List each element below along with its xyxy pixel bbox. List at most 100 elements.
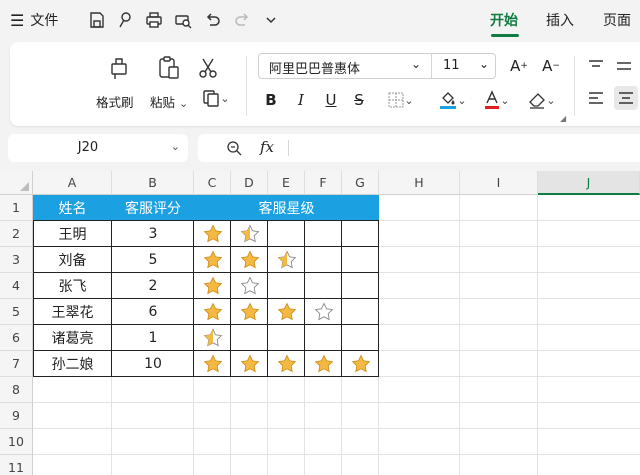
paste-label: 粘贴 [150, 95, 176, 110]
redo-icon[interactable] [231, 9, 253, 31]
name-cell[interactable]: 孙二娘 [33, 351, 112, 377]
quick-access-dropdown-icon[interactable] [260, 9, 282, 31]
format-brush-icon[interactable] [114, 9, 136, 31]
print-preview-icon[interactable] [172, 9, 194, 31]
column-header-f[interactable]: F [305, 171, 342, 195]
align-center-icon[interactable] [614, 86, 638, 110]
print-icon[interactable] [143, 9, 165, 31]
save-icon[interactable] [86, 9, 108, 31]
star-full-icon [277, 354, 296, 373]
name-cell[interactable]: 刘备 [33, 247, 112, 273]
row-header-7[interactable]: 7 [0, 351, 33, 377]
format-painter-icon[interactable] [106, 54, 132, 82]
name-box-dropdown-icon[interactable]: ⌄ [171, 140, 180, 153]
row-header-3[interactable]: 3 [0, 247, 33, 273]
tab-home[interactable]: 开始 [490, 10, 518, 32]
name-box[interactable]: J20 ⌄ [8, 134, 188, 162]
name-cell[interactable]: 张飞 [33, 273, 112, 299]
strikethrough-button[interactable]: S [350, 88, 368, 112]
align-left-icon[interactable] [586, 88, 606, 108]
clear-format-button[interactable]: ⌄ [524, 88, 560, 112]
font-size-dropdown-icon[interactable]: ⌄ [479, 57, 489, 71]
table-border [33, 246, 379, 247]
font-size[interactable]: 11 [443, 58, 460, 73]
zoom-formula-icon[interactable] [226, 140, 242, 160]
column-header-j[interactable]: J [538, 171, 640, 195]
fill-color-button[interactable]: ⌄ [436, 88, 470, 112]
row-header-11[interactable]: 11 [0, 455, 33, 475]
file-menu[interactable]: ☰ 文件 [10, 10, 58, 30]
score-cell[interactable]: 1 [112, 325, 194, 351]
font-dialog-launcher-icon[interactable]: ◢ [560, 114, 566, 123]
font-color-button[interactable]: ⌄ [480, 88, 514, 112]
star-full-icon [240, 302, 259, 321]
name-cell[interactable]: 王翠花 [33, 299, 112, 325]
grid-line-vertical [459, 195, 460, 475]
align-top-icon[interactable] [586, 56, 606, 76]
star-full-icon [203, 276, 222, 295]
table-border [33, 324, 379, 325]
name-cell[interactable]: 王明 [33, 221, 112, 247]
tab-page[interactable]: 页面 [603, 10, 631, 32]
table-border [267, 221, 268, 377]
row-header-2[interactable]: 2 [0, 221, 33, 247]
row-header-5[interactable]: 5 [0, 299, 33, 325]
tab-insert[interactable]: 插入 [546, 10, 574, 32]
copy-button[interactable]: ⌄ [198, 86, 234, 110]
font-selector[interactable]: 阿里巴巴普惠体 ⌄ 11 ⌄ [258, 53, 496, 79]
column-header-g[interactable]: G [342, 171, 379, 195]
column-header-a[interactable]: A [33, 171, 112, 195]
star-full-icon [203, 224, 222, 243]
row-header-4[interactable]: 4 [0, 273, 33, 299]
decrease-font-icon[interactable]: A − [540, 56, 562, 76]
table-border [33, 220, 379, 221]
ribbon-separator [574, 56, 575, 116]
row-header-6[interactable]: 6 [0, 325, 33, 351]
row-header-9[interactable]: 9 [0, 403, 33, 429]
star-full-icon [314, 354, 333, 373]
name-cell[interactable]: 诸葛亮 [33, 325, 112, 351]
score-cell[interactable]: 2 [112, 273, 194, 299]
paste-icon[interactable] [156, 54, 182, 82]
row-header-1[interactable]: 1 [0, 195, 33, 221]
eraser-icon [529, 93, 546, 109]
paste-button[interactable]: 粘贴 ⌄ [150, 92, 188, 111]
header-cell-stars[interactable]: 客服星级 [194, 195, 379, 221]
header-cell-name[interactable]: 姓名 [33, 195, 112, 221]
row-header-10[interactable]: 10 [0, 429, 33, 455]
column-header-h[interactable]: H [379, 171, 460, 195]
score-cell[interactable]: 5 [112, 247, 194, 273]
column-header-c[interactable]: C [194, 171, 231, 195]
align-middle-icon[interactable] [614, 56, 634, 76]
fx-icon[interactable]: fx [260, 138, 274, 156]
header-cell-score[interactable]: 客服评分 [112, 195, 194, 221]
star-empty-icon [314, 302, 333, 321]
select-all-corner[interactable] [0, 171, 33, 195]
table-border [111, 221, 112, 377]
table-border [33, 298, 379, 299]
border-icon [388, 92, 404, 108]
font-name-dropdown-icon[interactable]: ⌄ [411, 57, 421, 71]
score-cell[interactable]: 3 [112, 221, 194, 247]
format-painter-label[interactable]: 格式刷 [96, 92, 134, 111]
row-header-8[interactable]: 8 [0, 377, 33, 403]
undo-icon[interactable] [202, 9, 224, 31]
italic-button[interactable]: I [292, 88, 310, 112]
column-header-b[interactable]: B [112, 171, 194, 195]
column-header-d[interactable]: D [231, 171, 268, 195]
ribbon: 格式刷 粘贴 ⌄ ⌄ 阿里巴巴普惠体 ⌄ 11 ⌄ A + A − B I U S … [10, 42, 640, 126]
score-cell[interactable]: 6 [112, 299, 194, 325]
table-border [33, 272, 379, 273]
column-header-i[interactable]: I [460, 171, 538, 195]
bold-button[interactable]: B [262, 88, 280, 112]
score-cell[interactable]: 10 [112, 351, 194, 377]
underline-button[interactable]: U [322, 88, 340, 112]
spreadsheet-grid[interactable]: A B C D E F G H I J 1 2 3 4 5 6 7 8 9 10 11 姓名 客服评分 客服星级 王明 3 刘备 5 张… [0, 171, 640, 475]
table-border [230, 221, 231, 377]
border-button[interactable]: ⌄ [386, 88, 416, 112]
star-empty-icon [240, 276, 259, 295]
increase-font-icon[interactable]: A + [508, 56, 530, 76]
table-border [341, 221, 342, 377]
cut-icon[interactable] [196, 56, 220, 80]
column-header-e[interactable]: E [268, 171, 305, 195]
